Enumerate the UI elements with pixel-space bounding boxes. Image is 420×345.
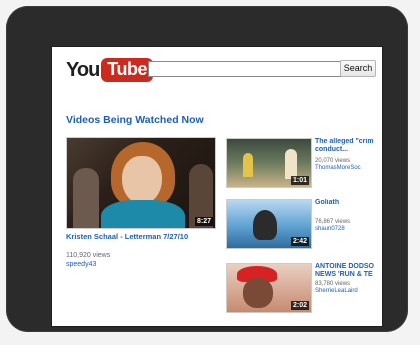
person-body — [101, 200, 185, 228]
section-title: Videos Being Watched Now — [66, 114, 204, 126]
side-video-item[interactable]: 2:02 ANTOINE DODSO NEWS 'RUN & TE 83,780… — [226, 263, 382, 315]
featured-video-thumbnail[interactable]: 8:27 — [66, 137, 216, 229]
side-video-item[interactable]: 1:01 The alleged "crim conduct... 20,070… — [226, 138, 382, 190]
featured-video-user[interactable]: speedy43 — [66, 261, 96, 268]
side-video-user[interactable]: SherrieLeaLaird — [315, 288, 358, 294]
youtube-logo[interactable]: You Tube — [66, 58, 153, 82]
featured-video-title[interactable]: Kristen Schaal - Letterman 7/27/10 — [66, 232, 188, 241]
youtube-screen: You Tube Search Videos Being Watched Now… — [52, 47, 382, 326]
thumbnail-figure — [285, 149, 297, 179]
side-video-title-line: conduct... — [315, 146, 349, 153]
side-video-title-line: ANTOINE DODSO — [315, 263, 374, 270]
featured-video-views: 110,920 views — [66, 252, 111, 259]
video-duration: 2:02 — [290, 301, 309, 310]
side-video-thumbnail[interactable]: 2:42 — [226, 199, 312, 249]
side-video-user[interactable]: shaun0728 — [315, 226, 345, 232]
side-video-views: 83,780 views — [315, 281, 351, 287]
side-video-thumbnail[interactable]: 2:02 — [226, 263, 312, 313]
person-face — [122, 156, 162, 204]
side-video-user[interactable]: ThomasMoreSoc — [315, 165, 361, 171]
video-duration: 8:27 — [194, 217, 213, 226]
side-video-title[interactable]: The alleged "crim conduct... — [315, 138, 382, 154]
side-video-views: 76,867 views — [315, 219, 351, 225]
side-video-thumbnail[interactable]: 1:01 — [226, 138, 312, 188]
thumbnail-figure — [243, 278, 273, 308]
search-button[interactable]: Search — [340, 60, 376, 77]
device-bezel: You Tube Search Videos Being Watched Now… — [6, 6, 408, 332]
side-video-title[interactable]: ANTOINE DODSO NEWS 'RUN & TE — [315, 263, 382, 279]
video-duration: 1:01 — [290, 176, 309, 185]
search-input[interactable] — [148, 61, 342, 77]
logo-tube-text: Tube — [101, 58, 153, 82]
thumbnail-figure — [243, 153, 253, 177]
side-video-item[interactable]: 2:42 Goliath 76,867 views shaun0728 — [226, 199, 382, 251]
side-video-title-line: The alleged "crim — [315, 138, 374, 145]
side-video-views: 20,070 views — [315, 158, 351, 164]
thumbnail-figure — [253, 210, 277, 240]
side-video-title-line: Goliath — [315, 199, 340, 206]
logo-you-text: You — [66, 58, 100, 81]
video-duration: 2:42 — [290, 237, 309, 246]
side-video-title[interactable]: Goliath — [315, 199, 382, 207]
header-bar: You Tube Search — [52, 47, 382, 95]
side-video-title-line: NEWS 'RUN & TE — [315, 271, 373, 278]
photo-frame: You Tube Search Videos Being Watched Now… — [0, 0, 420, 345]
background-figure — [73, 168, 99, 228]
